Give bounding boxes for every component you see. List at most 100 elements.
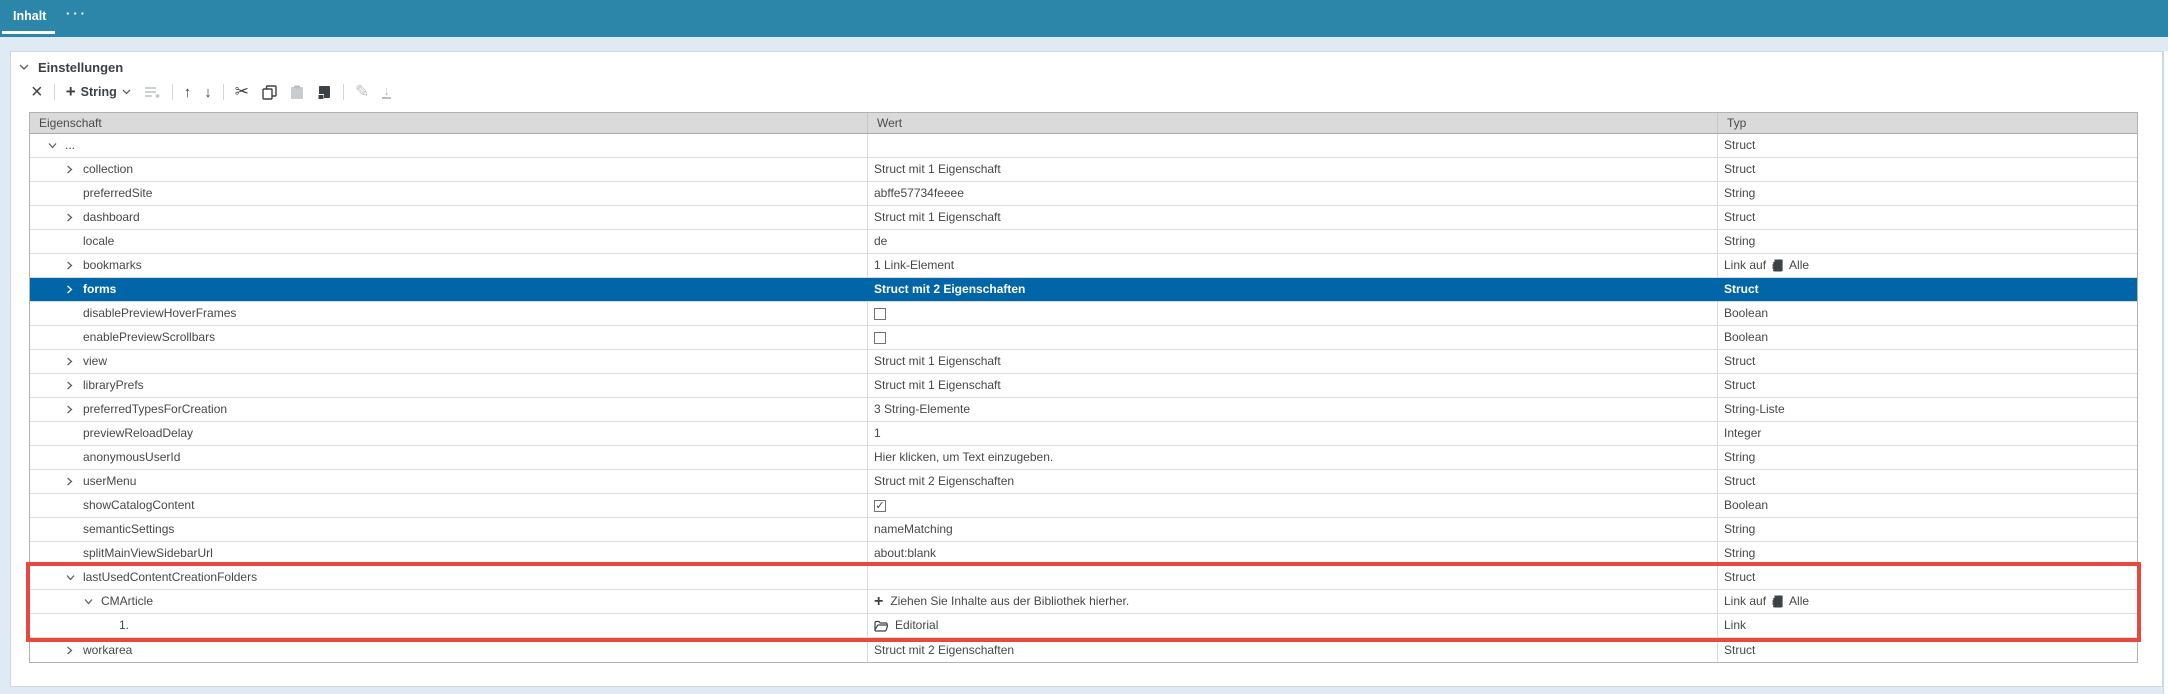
- property-name-cell[interactable]: previewReloadDelay: [30, 422, 868, 445]
- checkbox[interactable]: [874, 331, 886, 344]
- chevron-right-icon[interactable]: [66, 405, 83, 414]
- property-name-cell[interactable]: 1.: [30, 614, 868, 637]
- property-value-cell[interactable]: Struct mit 2 Eigenschaften: [868, 470, 1718, 493]
- chevron-down-icon[interactable]: [48, 142, 65, 149]
- property-name-cell[interactable]: view: [30, 350, 868, 373]
- property-name-cell[interactable]: lastUsedContentCreationFolders: [30, 566, 868, 589]
- tab-inhalt[interactable]: Inhalt: [13, 9, 46, 23]
- property-name-cell[interactable]: semanticSettings: [30, 518, 868, 541]
- settings-document-panel: Einstellungen × + String ↑ ↓ ✂ ✎ ↓ Eigen…: [10, 51, 2163, 687]
- property-value-cell[interactable]: [868, 566, 1718, 589]
- property-value-cell[interactable]: [868, 326, 1718, 349]
- property-name-cell[interactable]: libraryPrefs: [30, 374, 868, 397]
- property-name-cell[interactable]: CMArticle: [30, 590, 868, 613]
- table-row[interactable]: 1. Editorial Link: [30, 614, 2137, 638]
- toolbar-separator: [53, 84, 55, 100]
- property-value-cell[interactable]: nameMatching: [868, 518, 1718, 541]
- property-name-cell[interactable]: forms: [30, 278, 868, 301]
- add-property-button[interactable]: + String: [64, 81, 133, 103]
- table-row[interactable]: showCatalogContent ✓ Boolean: [30, 494, 2137, 518]
- chevron-down-icon[interactable]: [66, 574, 83, 581]
- property-name-cell[interactable]: preferredSite: [30, 182, 868, 205]
- property-name-cell[interactable]: locale: [30, 230, 868, 253]
- table-row[interactable]: ... Struct: [30, 134, 2137, 158]
- table-row[interactable]: disablePreviewHoverFrames Boolean: [30, 302, 2137, 326]
- property-name-cell[interactable]: showCatalogContent: [30, 494, 868, 517]
- chevron-down-icon[interactable]: [84, 598, 101, 605]
- property-value-cell[interactable]: Struct mit 1 Eigenschaft: [868, 374, 1718, 397]
- chevron-right-icon[interactable]: [66, 477, 83, 486]
- property-value-cell[interactable]: ✓: [868, 494, 1718, 517]
- property-name-cell[interactable]: disablePreviewHoverFrames: [30, 302, 868, 325]
- chevron-right-icon[interactable]: [66, 357, 83, 366]
- property-value-cell[interactable]: 1 Link-Element: [868, 254, 1718, 277]
- chevron-right-icon[interactable]: [66, 646, 83, 655]
- property-value-cell[interactable]: [868, 302, 1718, 325]
- property-value-cell[interactable]: Struct mit 1 Eigenschaft: [868, 206, 1718, 229]
- property-name-cell[interactable]: workarea: [30, 638, 868, 662]
- property-value-cell[interactable]: Struct mit 2 Eigenschaften: [868, 278, 1718, 301]
- property-name-cell[interactable]: preferredTypesForCreation: [30, 398, 868, 421]
- property-value-cell[interactable]: Struct mit 1 Eigenschaft: [868, 158, 1718, 181]
- table-row[interactable]: CMArticle + Ziehen Sie Inhalte aus der Bib…: [30, 590, 2137, 614]
- paste-into-button[interactable]: [315, 81, 334, 103]
- column-header-eigenschaft[interactable]: Eigenschaft: [30, 113, 868, 133]
- table-row[interactable]: libraryPrefs Struct mit 1 Eigenschaft Stru…: [30, 374, 2137, 398]
- property-value-cell[interactable]: + Ziehen Sie Inhalte aus der Bibliothek h…: [868, 590, 1718, 613]
- tab-more[interactable]: ···: [66, 6, 88, 21]
- property-name-cell[interactable]: userMenu: [30, 470, 868, 493]
- property-value-cell[interactable]: abffe57734feeee: [868, 182, 1718, 205]
- settings-section-header[interactable]: Einstellungen: [19, 60, 123, 75]
- table-row[interactable]: semanticSettings nameMatching String: [30, 518, 2137, 542]
- chevron-right-icon[interactable]: [66, 165, 83, 174]
- remove-property-button[interactable]: ×: [29, 81, 45, 103]
- scrollbar-track[interactable]: [2163, 51, 2168, 694]
- chevron-right-icon[interactable]: [66, 261, 83, 270]
- property-name-cell[interactable]: splitMainViewSidebarUrl: [30, 542, 868, 565]
- column-header-typ[interactable]: Typ: [1718, 113, 2137, 133]
- property-value-cell[interactable]: Editorial: [868, 614, 1718, 637]
- table-row[interactable]: anonymousUserId Hier klicken, um Text ein…: [30, 446, 2137, 470]
- table-row[interactable]: dashboard Struct mit 1 Eigenschaft Struct: [30, 206, 2137, 230]
- property-value-cell[interactable]: [868, 134, 1718, 157]
- column-header-wert[interactable]: Wert: [868, 113, 1718, 133]
- table-row[interactable]: preferredTypesForCreation 3 String-Elemen…: [30, 398, 2137, 422]
- chevron-right-icon[interactable]: [66, 381, 83, 390]
- table-row[interactable]: locale de String: [30, 230, 2137, 254]
- property-value-cell[interactable]: de: [868, 230, 1718, 253]
- table-row[interactable]: forms Struct mit 2 Eigenschaften Struct: [30, 278, 2137, 302]
- property-name-cell[interactable]: ...: [30, 134, 868, 157]
- table-row[interactable]: view Struct mit 1 Eigenschaft Struct: [30, 350, 2137, 374]
- add-type-label: String: [80, 85, 117, 99]
- table-row[interactable]: preferredSite abffe57734feeee String: [30, 182, 2137, 206]
- table-row[interactable]: userMenu Struct mit 2 Eigenschaften Struct: [30, 470, 2137, 494]
- property-value-cell[interactable]: Struct mit 2 Eigenschaften: [868, 638, 1718, 662]
- property-name-cell[interactable]: dashboard: [30, 206, 868, 229]
- checkbox[interactable]: ✓: [874, 499, 886, 512]
- move-up-button[interactable]: ↑: [182, 81, 194, 103]
- property-value-cell[interactable]: Struct mit 1 Eigenschaft: [868, 350, 1718, 373]
- chevron-down-icon[interactable]: [19, 64, 29, 71]
- copy-button[interactable]: [260, 81, 279, 103]
- property-type-cell: Link: [1718, 614, 2137, 637]
- property-value-cell[interactable]: about:blank: [868, 542, 1718, 565]
- table-row[interactable]: enablePreviewScrollbars Boolean: [30, 326, 2137, 350]
- chevron-right-icon[interactable]: [66, 285, 83, 294]
- property-name-cell[interactable]: bookmarks: [30, 254, 868, 277]
- checkbox[interactable]: [874, 307, 886, 320]
- property-name-cell[interactable]: enablePreviewScrollbars: [30, 326, 868, 349]
- table-row[interactable]: splitMainViewSidebarUrl about:blank String: [30, 542, 2137, 566]
- table-row[interactable]: bookmarks 1 Link-Element Link auf Alle: [30, 254, 2137, 278]
- cut-button[interactable]: ✂: [233, 81, 251, 103]
- property-name-cell[interactable]: collection: [30, 158, 868, 181]
- property-value-cell[interactable]: 3 String-Elemente: [868, 398, 1718, 421]
- property-value-cell[interactable]: 1: [868, 422, 1718, 445]
- property-name-cell[interactable]: anonymousUserId: [30, 446, 868, 469]
- chevron-right-icon[interactable]: [66, 213, 83, 222]
- table-row[interactable]: collection Struct mit 1 Eigenschaft Struct: [30, 158, 2137, 182]
- property-value-cell[interactable]: Hier klicken, um Text einzugeben.: [868, 446, 1718, 469]
- table-row[interactable]: workarea Struct mit 2 Eigenschaften Struct: [30, 638, 2137, 662]
- table-row[interactable]: lastUsedContentCreationFolders Struct: [30, 566, 2137, 590]
- move-down-button[interactable]: ↓: [202, 81, 214, 103]
- table-row[interactable]: previewReloadDelay 1 Integer: [30, 422, 2137, 446]
